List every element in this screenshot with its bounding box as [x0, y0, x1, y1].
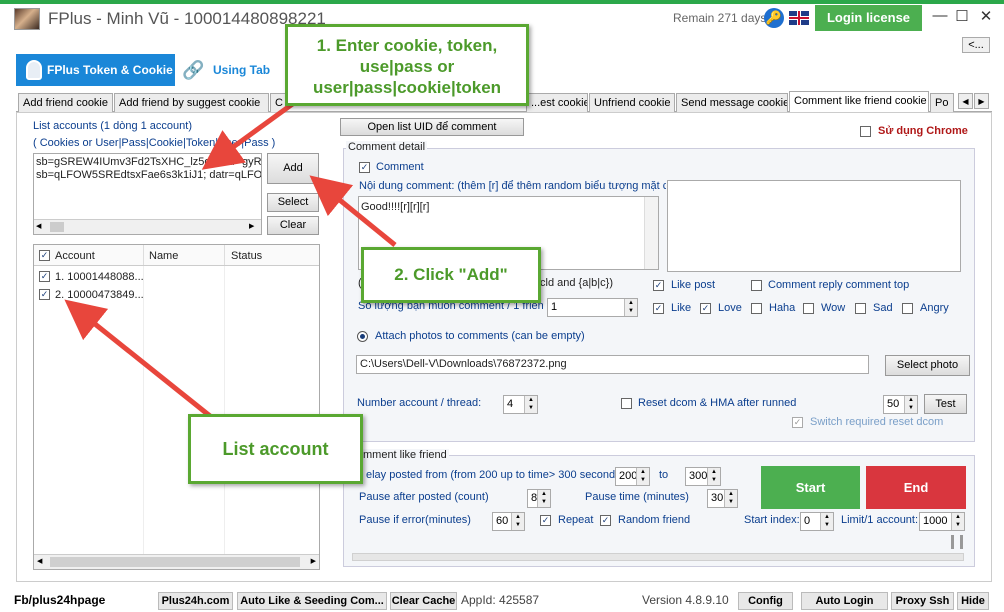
app-id: AppId: 425587	[461, 593, 540, 607]
hide-button[interactable]: Hide	[957, 592, 989, 610]
auto-like-seeding-button[interactable]: Auto Like & Seeding Com...	[237, 592, 387, 610]
callout-list-account: List account	[188, 414, 363, 484]
version-label: Version 4.8.9.10	[642, 593, 729, 607]
arrow-to-add	[309, 175, 397, 247]
arrow-to-list	[64, 299, 217, 422]
auto-login-button[interactable]: Auto Login	[801, 592, 888, 610]
proxy-ssh-button[interactable]: Proxy Ssh	[891, 592, 954, 610]
callout-click-add: 2. Click "Add"	[361, 247, 541, 303]
callout-enter-cookie: 1. Enter cookie, token, use|pass or user…	[285, 24, 529, 106]
config-button[interactable]: Config	[738, 592, 793, 610]
clear-cache-button[interactable]: Clear Cache	[390, 592, 457, 610]
plus24h-button[interactable]: Plus24h.com	[158, 592, 233, 610]
arrow-to-textarea	[201, 97, 300, 170]
fb-page-link[interactable]: Fb/plus24hpage	[14, 593, 105, 607]
